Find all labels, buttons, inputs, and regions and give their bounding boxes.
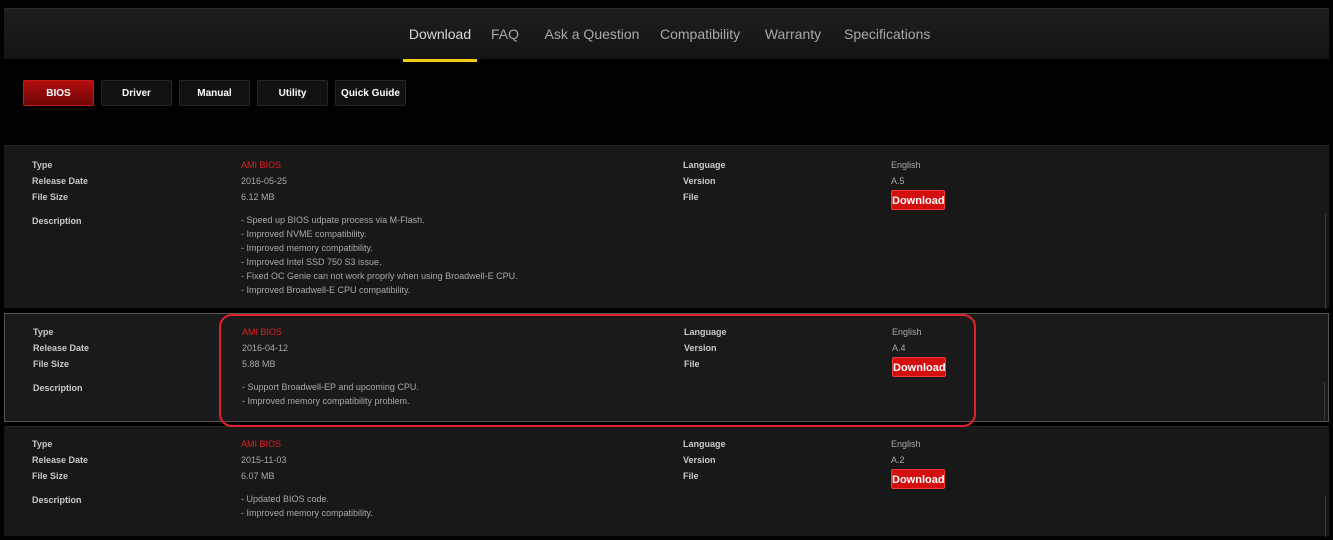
tab-compatibility[interactable]: Compatibility <box>660 9 740 60</box>
support-page: Download FAQ Ask a Question Compatibilit… <box>0 0 1333 540</box>
language-label: Language <box>684 327 727 337</box>
category-bios-button[interactable]: BIOS <box>23 80 94 106</box>
version-value: A.4 <box>892 343 906 353</box>
description-line: - Improved memory compatibility. <box>241 243 373 253</box>
bios-row: Type Release Date File Size Description … <box>4 313 1329 422</box>
category-manual-button[interactable]: Manual <box>179 80 250 106</box>
language-label: Language <box>683 160 726 170</box>
release-date-value: 2015-11-03 <box>241 455 287 465</box>
type-value: AMI BIOS <box>241 439 282 449</box>
tab-faq[interactable]: FAQ <box>489 9 521 60</box>
bios-row: Type Release Date File Size Description … <box>4 145 1329 309</box>
scrollbar-track <box>1324 382 1325 422</box>
description-line: - Improved Intel SSD 750 S3 issue. <box>241 257 382 267</box>
top-navigation: Download FAQ Ask a Question Compatibilit… <box>4 8 1329 62</box>
tab-warranty[interactable]: Warranty <box>764 9 822 60</box>
version-label: Version <box>683 176 716 186</box>
language-value: English <box>891 160 921 170</box>
release-date-label: Release Date <box>32 176 89 186</box>
bios-row: Type Release Date File Size Description … <box>4 426 1329 537</box>
type-label: Type <box>32 160 53 170</box>
version-value: A.5 <box>891 176 905 186</box>
description-label: Description <box>32 216 82 226</box>
category-utility-button[interactable]: Utility <box>257 80 328 106</box>
release-date-label: Release Date <box>32 455 89 465</box>
type-value: AMI BIOS <box>241 160 282 170</box>
description-list: - Updated BIOS code. - Improved memory c… <box>241 492 373 520</box>
description-label: Description <box>32 495 82 505</box>
scrollbar-track <box>1325 214 1326 309</box>
file-size-label: File Size <box>33 359 70 369</box>
version-label: Version <box>684 343 717 353</box>
download-button[interactable]: Download <box>892 357 946 377</box>
description-label: Description <box>33 383 83 393</box>
category-driver-button[interactable]: Driver <box>101 80 172 106</box>
language-label: Language <box>683 439 726 449</box>
description-line: - Speed up BIOS udpate process via M-Fla… <box>241 215 425 225</box>
release-date-label: Release Date <box>33 343 90 353</box>
language-value: English <box>891 439 921 449</box>
description-line: - Fixed OC Genie can not work proprly wh… <box>241 271 518 281</box>
tab-ask-a-question[interactable]: Ask a Question <box>544 9 640 60</box>
file-label: File <box>683 192 699 202</box>
file-size-value: 5.88 MB <box>242 359 276 369</box>
file-size-label: File Size <box>32 471 69 481</box>
type-label: Type <box>33 327 54 337</box>
description-line: - Updated BIOS code. <box>241 494 330 504</box>
tab-download[interactable]: Download <box>403 9 477 62</box>
type-value: AMI BIOS <box>242 327 283 337</box>
language-value: English <box>892 327 922 337</box>
scrollbar-track <box>1325 495 1326 537</box>
version-value: A.2 <box>891 455 905 465</box>
category-quick-guide-button[interactable]: Quick Guide <box>335 80 406 106</box>
description-list: - Support Broadwell-EP and upcoming CPU.… <box>242 380 419 408</box>
file-label: File <box>684 359 700 369</box>
description-line: - Improved memory compatibility problem. <box>242 396 410 406</box>
tab-specifications[interactable]: Specifications <box>844 9 930 60</box>
description-line: - Improved memory compatibility. <box>241 508 373 518</box>
file-label: File <box>683 471 699 481</box>
description-list: - Speed up BIOS udpate process via M-Fla… <box>241 213 518 297</box>
file-size-label: File Size <box>32 192 69 202</box>
release-date-value: 2016-05-25 <box>241 176 288 186</box>
description-line: - Support Broadwell-EP and upcoming CPU. <box>242 382 419 392</box>
description-line: - Improved NVME compatibility. <box>241 229 367 239</box>
file-size-value: 6.12 MB <box>241 192 275 202</box>
file-size-value: 6.07 MB <box>241 471 275 481</box>
version-label: Version <box>683 455 716 465</box>
release-date-value: 2016-04-12 <box>242 343 289 353</box>
download-button[interactable]: Download <box>891 469 945 489</box>
description-line: - Improved Broadwell-E CPU compatibility… <box>241 285 411 295</box>
type-label: Type <box>32 439 53 449</box>
download-button[interactable]: Download <box>891 190 945 210</box>
